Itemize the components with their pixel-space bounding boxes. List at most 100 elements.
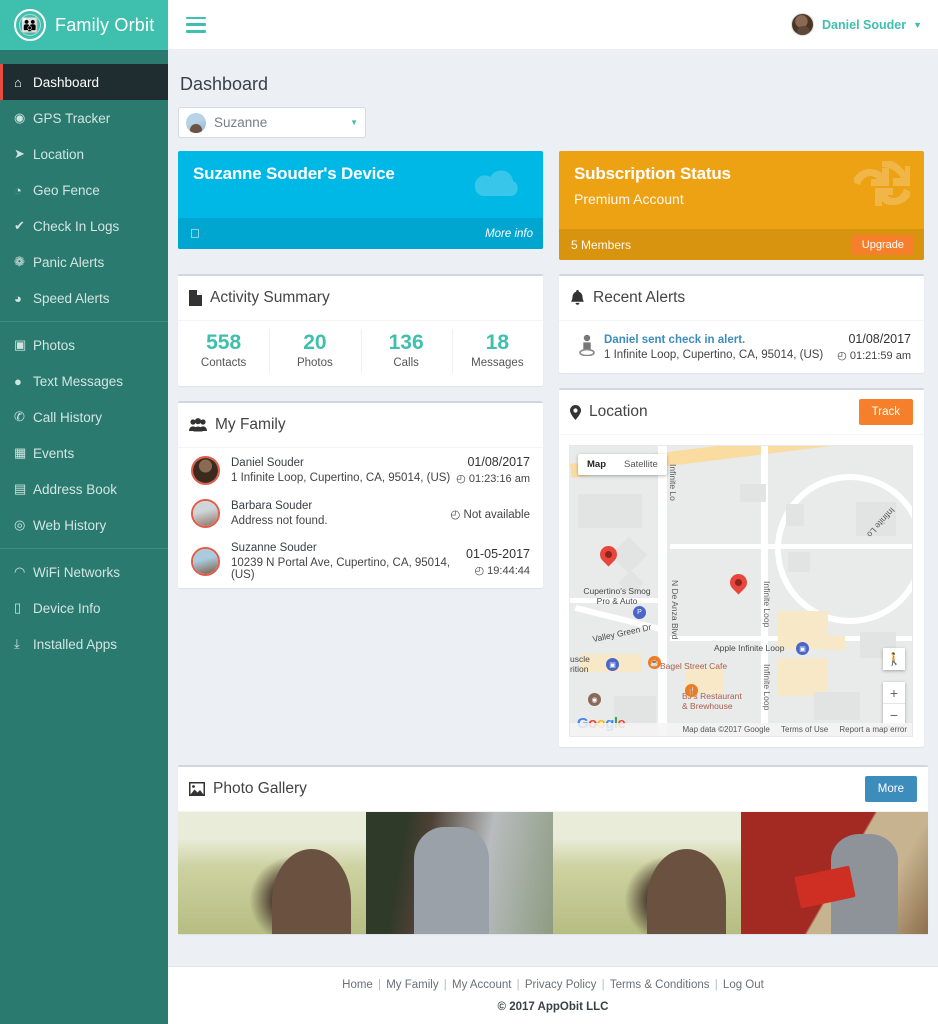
family-member-row[interactable]: Suzanne Souder10239 N Portal Ave, Cupert… <box>178 535 543 588</box>
map-type-map[interactable]: Map <box>578 454 615 475</box>
sidebar-item-device-info[interactable]: ▯Device Info <box>0 590 168 626</box>
map-report-link[interactable]: Report a map error <box>839 725 907 734</box>
family-member-row[interactable]: Barbara SouderAddress not found.◴ Not av… <box>178 492 543 535</box>
family-member-timestamp: 01/08/2017◴ 01:23:16 am <box>456 455 530 485</box>
footer-separator: | <box>441 979 450 991</box>
sidebar-item-location[interactable]: ➤Location <box>0 136 168 172</box>
family-member-row[interactable]: Daniel Souder1 Infinite Loop, Cupertino,… <box>178 448 543 492</box>
sidebar-item-web-history[interactable]: ◎Web History <box>0 507 168 543</box>
family-member-name: Daniel Souder <box>231 457 456 469</box>
device-more-info-link[interactable]: More info <box>485 228 533 240</box>
mobile-icon: ▯ <box>14 600 33 616</box>
track-button[interactable]: Track <box>859 399 913 425</box>
brand-name: Family Orbit <box>55 15 154 36</box>
sidebar-item-label: Dashboard <box>33 75 99 90</box>
infobox-row: Suzanne Souder's Device  More info Subs… <box>178 151 928 274</box>
map-building <box>814 692 860 720</box>
map-type-toggle[interactable]: Map Satellite <box>578 454 667 475</box>
sidebar-item-dashboard[interactable]: ⌂Dashboard <box>0 64 168 100</box>
bell-icon <box>570 290 585 306</box>
device-box-footer:  More info <box>178 218 543 249</box>
sidebar-item-address-book[interactable]: ▤Address Book <box>0 471 168 507</box>
sidebar-item-call-history[interactable]: ✆Call History <box>0 399 168 435</box>
alert-message-link[interactable]: Daniel sent check in alert. <box>604 334 837 346</box>
photo-girl-reading-on-couch[interactable] <box>741 812 929 934</box>
hamburger-line <box>186 17 206 20</box>
sidebar-item-photos[interactable]: ▣Photos <box>0 327 168 363</box>
sidebar-item-wifi-networks[interactable]: ◠WiFi Networks <box>0 554 168 590</box>
map-building <box>786 504 804 526</box>
sidebar-item-label: Photos <box>33 338 75 353</box>
refresh-icon <box>854 161 910 213</box>
map-terms-link[interactable]: Terms of Use <box>781 725 828 734</box>
map-roundabout <box>775 474 913 624</box>
family-member-address: Address not found. <box>231 515 450 527</box>
content-row: Activity Summary 558Contacts20Photos136C… <box>178 274 928 762</box>
activity-stats: 558Contacts20Photos136Calls18Messages <box>178 321 543 386</box>
footer-link-my-account[interactable]: My Account <box>452 979 511 991</box>
zoom-in-button[interactable]: + <box>883 682 905 704</box>
left-column-top: Suzanne Souder's Device  More info <box>178 151 543 274</box>
map-label-infinite-loop: Infinite Loop <box>762 664 772 710</box>
location-card: Location Track <box>559 388 924 747</box>
book-icon: ▤ <box>14 481 33 497</box>
footer-link-privacy-policy[interactable]: Privacy Policy <box>525 979 597 991</box>
sidebar-item-events[interactable]: ▦Events <box>0 435 168 471</box>
photo-gallery-card: Photo Gallery More <box>178 765 928 934</box>
footer-link-my-family[interactable]: My Family <box>386 979 438 991</box>
map-attribution: Map data ©2017 Google Terms of Use Repor… <box>570 723 912 736</box>
sidebar-item-panic-alerts[interactable]: ❁Panic Alerts <box>0 244 168 280</box>
map-poi-photo-icon: ◉ <box>588 693 601 706</box>
sidebar-item-label: Speed Alerts <box>33 291 110 306</box>
sidebar-item-geo-fence[interactable]: ◔Geo Fence <box>0 172 168 208</box>
sidebar-item-label: WiFi Networks <box>33 565 120 580</box>
family-time-value: Not available <box>464 509 530 521</box>
activity-summary-title: Activity Summary <box>210 289 330 307</box>
sidebar-item-speed-alerts[interactable]: ◕Speed Alerts <box>0 280 168 316</box>
hamburger-line <box>186 30 206 33</box>
street-view-icon <box>572 334 602 361</box>
upgrade-button[interactable]: Upgrade <box>852 235 914 255</box>
map-zoom-controls[interactable]: + − <box>883 682 905 726</box>
activity-summary-header: Activity Summary <box>178 276 543 321</box>
subscription-box-footer: 5 Members Upgrade <box>559 229 924 260</box>
sidebar-item-label: Geo Fence <box>33 183 100 198</box>
sidebar-item-label: Installed Apps <box>33 637 117 652</box>
more-photos-button[interactable]: More <box>865 776 917 802</box>
map-pin[interactable] <box>726 570 750 594</box>
sidebar: 👪 Family Orbit ⌂Dashboard◉GPS Tracker➤Lo… <box>0 0 168 1024</box>
sidebar-item-installed-apps[interactable]: ⤓Installed Apps <box>0 626 168 662</box>
compass-icon: ◎ <box>14 517 33 533</box>
pegman-icon[interactable]: 🚶 <box>883 648 905 670</box>
cloud-icon <box>465 161 529 209</box>
device-info-box: Suzanne Souder's Device  More info <box>178 151 543 249</box>
map-poi-restaurant-icon: 🍴 <box>685 684 698 697</box>
clock-icon: ◴ <box>837 350 847 362</box>
footer-link-log-out[interactable]: Log Out <box>723 979 764 991</box>
location-map[interactable]: Map Satellite Cupertino's Smog Pro & Aut… <box>569 445 913 737</box>
footer-link-terms-conditions[interactable]: Terms & Conditions <box>610 979 710 991</box>
sidebar-item-text-messages[interactable]: ●Text Messages <box>0 363 168 399</box>
logo-glyph: 👪 <box>21 18 38 32</box>
photo-girl-in-field[interactable] <box>178 812 366 934</box>
photo-girl-at-window[interactable] <box>366 812 554 934</box>
family-time-value: 19:44:44 <box>487 565 530 577</box>
map-type-satellite[interactable]: Satellite <box>615 454 667 475</box>
map-pin[interactable] <box>596 542 620 566</box>
map-label-anza-blvd: Infinite Lo <box>668 464 678 501</box>
avatar <box>191 499 220 528</box>
footer-link-home[interactable]: Home <box>342 979 373 991</box>
user-menu[interactable]: Daniel Souder ▼ <box>791 13 922 36</box>
photo-girl-in-field-2[interactable] <box>553 812 741 934</box>
member-count: 5 Members <box>571 238 631 252</box>
family-member-info: Daniel Souder1 Infinite Loop, Cupertino,… <box>220 457 456 484</box>
brand-logo[interactable]: 👪 Family Orbit <box>0 0 168 50</box>
sidebar-item-gps-tracker[interactable]: ◉GPS Tracker <box>0 100 168 136</box>
sidebar-item-label: Address Book <box>33 482 117 497</box>
sidebar-divider <box>0 321 168 322</box>
hamburger-menu-icon[interactable] <box>186 17 206 33</box>
alert-row[interactable]: Daniel sent check in alert.1 Infinite Lo… <box>559 321 924 373</box>
sidebar-item-check-in-logs[interactable]: ✔Check In Logs <box>0 208 168 244</box>
child-selector-dropdown[interactable]: Suzanne ▼ <box>178 107 366 138</box>
footer-separator: | <box>375 979 384 991</box>
